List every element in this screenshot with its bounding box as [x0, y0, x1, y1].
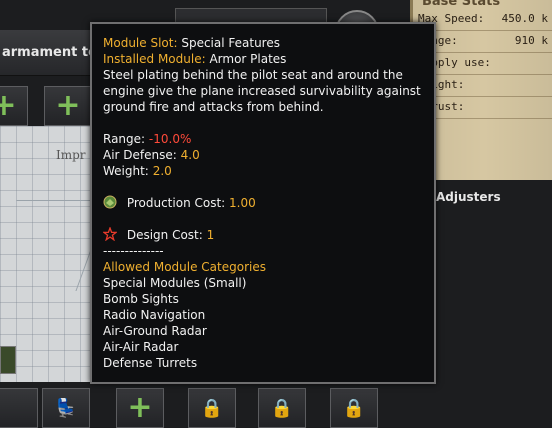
slot-button-add[interactable]: + — [44, 86, 92, 126]
stat-divider — [418, 118, 552, 119]
stat-row-thrust: Thrust: — [418, 100, 552, 119]
installed-module-value: Armor Plates — [209, 52, 287, 66]
bottom-slot-locked-3[interactable]: 🔒 — [330, 388, 378, 428]
air-defense-value: 4.0 — [180, 148, 200, 162]
stat-divider — [418, 96, 552, 97]
lock-icon: 🔒 — [200, 397, 224, 419]
bottom-slot-locked-1[interactable]: 🔒 — [188, 388, 236, 428]
weight-label: Weight: — [103, 164, 149, 178]
production-cost-line: Production Cost: 1.00 — [103, 195, 431, 211]
plus-icon: + — [127, 390, 153, 425]
seat-icon: 💺 — [54, 397, 78, 419]
stat-weight: Weight: 2.0 — [103, 163, 431, 179]
stat-divider — [418, 52, 552, 53]
allowed-category-item: Radio Navigation — [103, 308, 206, 322]
bottom-slot-seat[interactable]: 💺 — [42, 388, 90, 428]
weight-value: 2.0 — [152, 164, 172, 178]
stat-divider — [418, 74, 552, 75]
stat-value: 910 k — [514, 34, 548, 47]
production-cost-icon — [103, 195, 117, 209]
allowed-category-item: Bomb Sights — [103, 292, 179, 306]
allowed-category-item: Defense Turrets — [103, 356, 198, 370]
module-tooltip: Module Slot: Special Features Installed … — [90, 22, 436, 384]
allowed-category-item: Special Modules (Small) — [103, 276, 247, 290]
bottom-slot-locked-2[interactable]: 🔒 — [258, 388, 306, 428]
module-description: Steel plating behind the pilot seat and … — [103, 68, 421, 114]
module-slot-value: Special Features — [181, 36, 280, 50]
stat-row-range: Range: 910 k — [418, 34, 552, 53]
slot-button-left[interactable]: + — [0, 86, 28, 126]
lock-icon: 🔒 — [270, 397, 294, 419]
plus-icon: + — [55, 88, 81, 123]
lock-icon: 🔒 — [342, 397, 366, 419]
design-cost-label: Design Cost: — [126, 228, 203, 242]
production-cost-value: 1.00 — [229, 196, 256, 210]
stat-row-weight: Weight: — [418, 78, 552, 97]
header-title: armament to — [2, 45, 98, 60]
allowed-categories-header: Allowed Module Categories — [103, 260, 266, 274]
allowed-category-item: Air-Ground Radar — [103, 324, 207, 338]
stat-value: 450.0 k — [501, 12, 548, 25]
range-label: Range: — [103, 132, 146, 146]
stat-divider — [418, 30, 552, 31]
design-cost-icon — [103, 227, 117, 241]
stat-row-supply: Supply use: — [418, 56, 552, 75]
stat-air-defense: Air Defense: 4.0 — [103, 147, 431, 163]
plus-icon: + — [0, 88, 17, 123]
module-slot-label: Module Slot: — [103, 36, 178, 50]
production-cost-label: Production Cost: — [126, 196, 226, 210]
design-cost-line: Design Cost: 1 — [103, 227, 431, 243]
adjusters-heading: Adjusters — [436, 190, 501, 204]
design-cost-value: 1 — [206, 228, 215, 242]
installed-module-line: Installed Module: Armor Plates — [103, 51, 431, 67]
stat-range: Range: -10.0% — [103, 131, 431, 147]
grid-label: Impr — [56, 148, 86, 162]
stats-title: Base Stats — [422, 0, 501, 9]
module-slot-line: Module Slot: Special Features — [103, 35, 431, 51]
stat-row-max-speed: Max Speed: 450.0 k — [418, 12, 552, 31]
installed-module-label: Installed Module: — [103, 52, 206, 66]
bottom-slot-1[interactable] — [0, 388, 38, 428]
range-value: -10.0% — [148, 132, 192, 146]
side-toggle[interactable] — [0, 346, 16, 374]
air-defense-label: Air Defense: — [103, 148, 177, 162]
bottom-slot-add[interactable]: + — [116, 388, 164, 428]
allowed-category-item: Air-Air Radar — [103, 340, 179, 354]
separator: -------------- — [103, 244, 164, 258]
